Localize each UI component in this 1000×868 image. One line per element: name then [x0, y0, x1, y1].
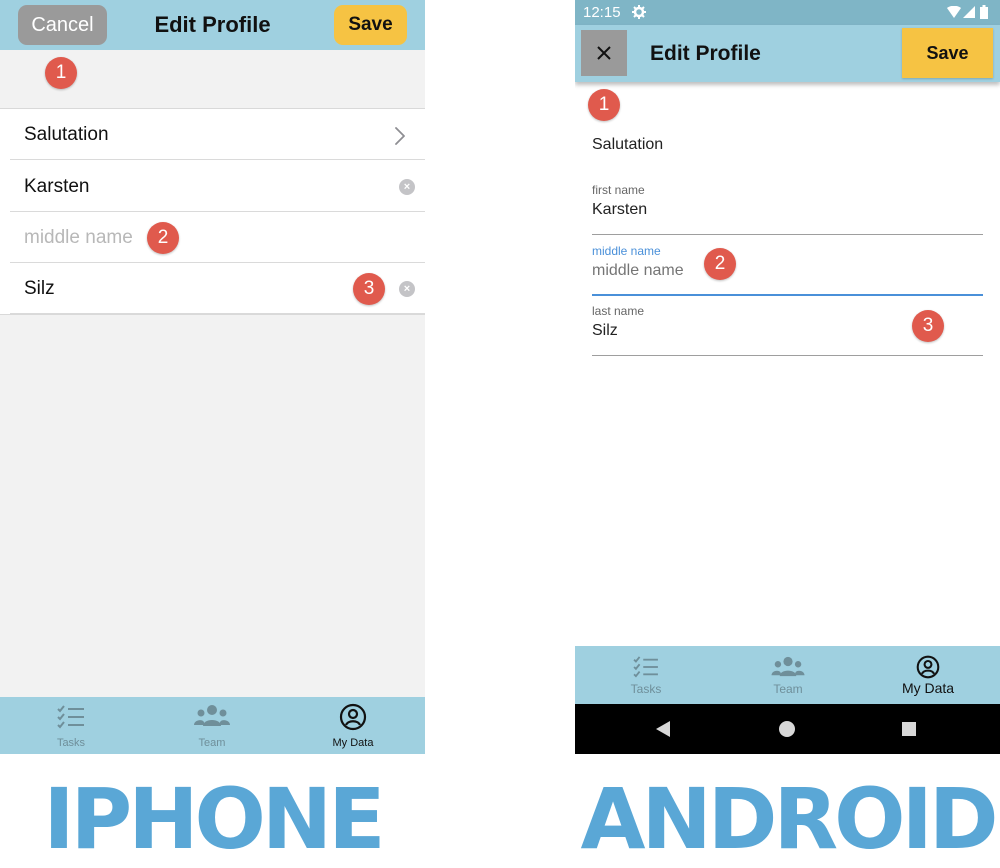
close-icon [597, 46, 611, 60]
ios-cancel-button[interactable]: Cancel [18, 5, 107, 45]
home-icon[interactable] [779, 721, 795, 737]
back-icon[interactable] [656, 721, 670, 737]
ios-annotation-badge-1: 1 [45, 57, 77, 89]
gear-icon [632, 5, 646, 19]
android-caption: ANDROID [580, 770, 998, 868]
iphone-screen: Edit Profile Cancel Save 1 Salutation × … [0, 0, 425, 754]
user-circle-icon [916, 655, 940, 679]
clear-icon[interactable]: × [399, 281, 415, 297]
android-tab-team-label: Team [773, 682, 803, 696]
android-salutation-field[interactable]: Salutation [592, 136, 663, 154]
wifi-icon [947, 6, 961, 18]
ios-annotation-badge-3: 3 [353, 273, 385, 305]
battery-icon [980, 5, 988, 19]
last-name-label: last name [592, 304, 645, 318]
android-annotation-badge-1: 1 [588, 89, 620, 121]
ios-tab-my-data-label: My Data [332, 737, 374, 749]
android-close-button[interactable] [581, 30, 627, 76]
ios-middle-name-row [10, 213, 425, 263]
clear-icon[interactable]: × [399, 179, 415, 195]
ios-navigation-bar: Edit Profile Cancel Save [0, 0, 425, 50]
checklist-icon [57, 705, 84, 729]
android-screen: 12:15 Edit Profile Save 1 Salutation fir… [575, 0, 1000, 754]
team-icon [194, 705, 230, 726]
android-toolbar: Edit Profile Save [575, 25, 1000, 82]
chevron-right-icon [395, 127, 405, 145]
android-tab-tasks[interactable]: Tasks [596, 646, 696, 703]
signal-icon [963, 6, 975, 18]
ios-save-button[interactable]: Save [334, 5, 407, 45]
android-system-navigation-bar [575, 704, 1000, 754]
ios-tab-bar: Tasks Team My Data [0, 697, 425, 754]
ios-salutation-row[interactable]: Salutation [10, 110, 425, 160]
android-annotation-badge-2: 2 [704, 248, 736, 280]
ios-tab-tasks-label: Tasks [56, 737, 86, 749]
checklist-icon [633, 656, 658, 678]
android-status-bar: 12:15 [575, 0, 1000, 25]
android-tab-team[interactable]: Team [738, 646, 838, 703]
ios-middle-name-input[interactable] [24, 225, 254, 251]
android-bottom-navigation: Tasks Team My Data [575, 646, 1000, 704]
android-page-title: Edit Profile [650, 41, 761, 65]
android-annotation-badge-3: 3 [912, 310, 944, 342]
ios-first-name-input[interactable] [24, 174, 254, 200]
ios-last-name-input[interactable] [24, 276, 254, 302]
ios-salutation-label: Salutation [24, 124, 109, 145]
ios-tab-team-label: Team [198, 737, 226, 749]
android-middle-name-input[interactable] [592, 260, 792, 282]
first-name-label: first name [592, 183, 645, 197]
ios-annotation-badge-2: 2 [147, 222, 179, 254]
android-middle-name-field: middle name [592, 240, 983, 296]
ios-first-name-row: × [10, 162, 425, 212]
ios-tab-tasks[interactable]: Tasks [21, 697, 121, 754]
recents-icon[interactable] [902, 722, 916, 736]
android-save-button[interactable]: Save [902, 28, 993, 78]
android-tab-my-data[interactable]: My Data [878, 646, 978, 703]
android-tab-tasks-label: Tasks [630, 682, 662, 696]
ios-tab-team[interactable]: Team [162, 697, 262, 754]
middle-name-label: middle name [592, 244, 661, 258]
android-first-name-field: first name [592, 179, 983, 235]
android-last-name-input[interactable] [592, 320, 792, 342]
android-first-name-input[interactable] [592, 199, 792, 221]
iphone-caption: IPHONE [43, 770, 385, 868]
ios-tab-my-data[interactable]: My Data [303, 697, 403, 754]
status-time: 12:15 [583, 4, 621, 21]
user-circle-icon [339, 703, 367, 731]
android-tab-my-data-label: My Data [901, 680, 955, 696]
team-icon [771, 656, 805, 677]
